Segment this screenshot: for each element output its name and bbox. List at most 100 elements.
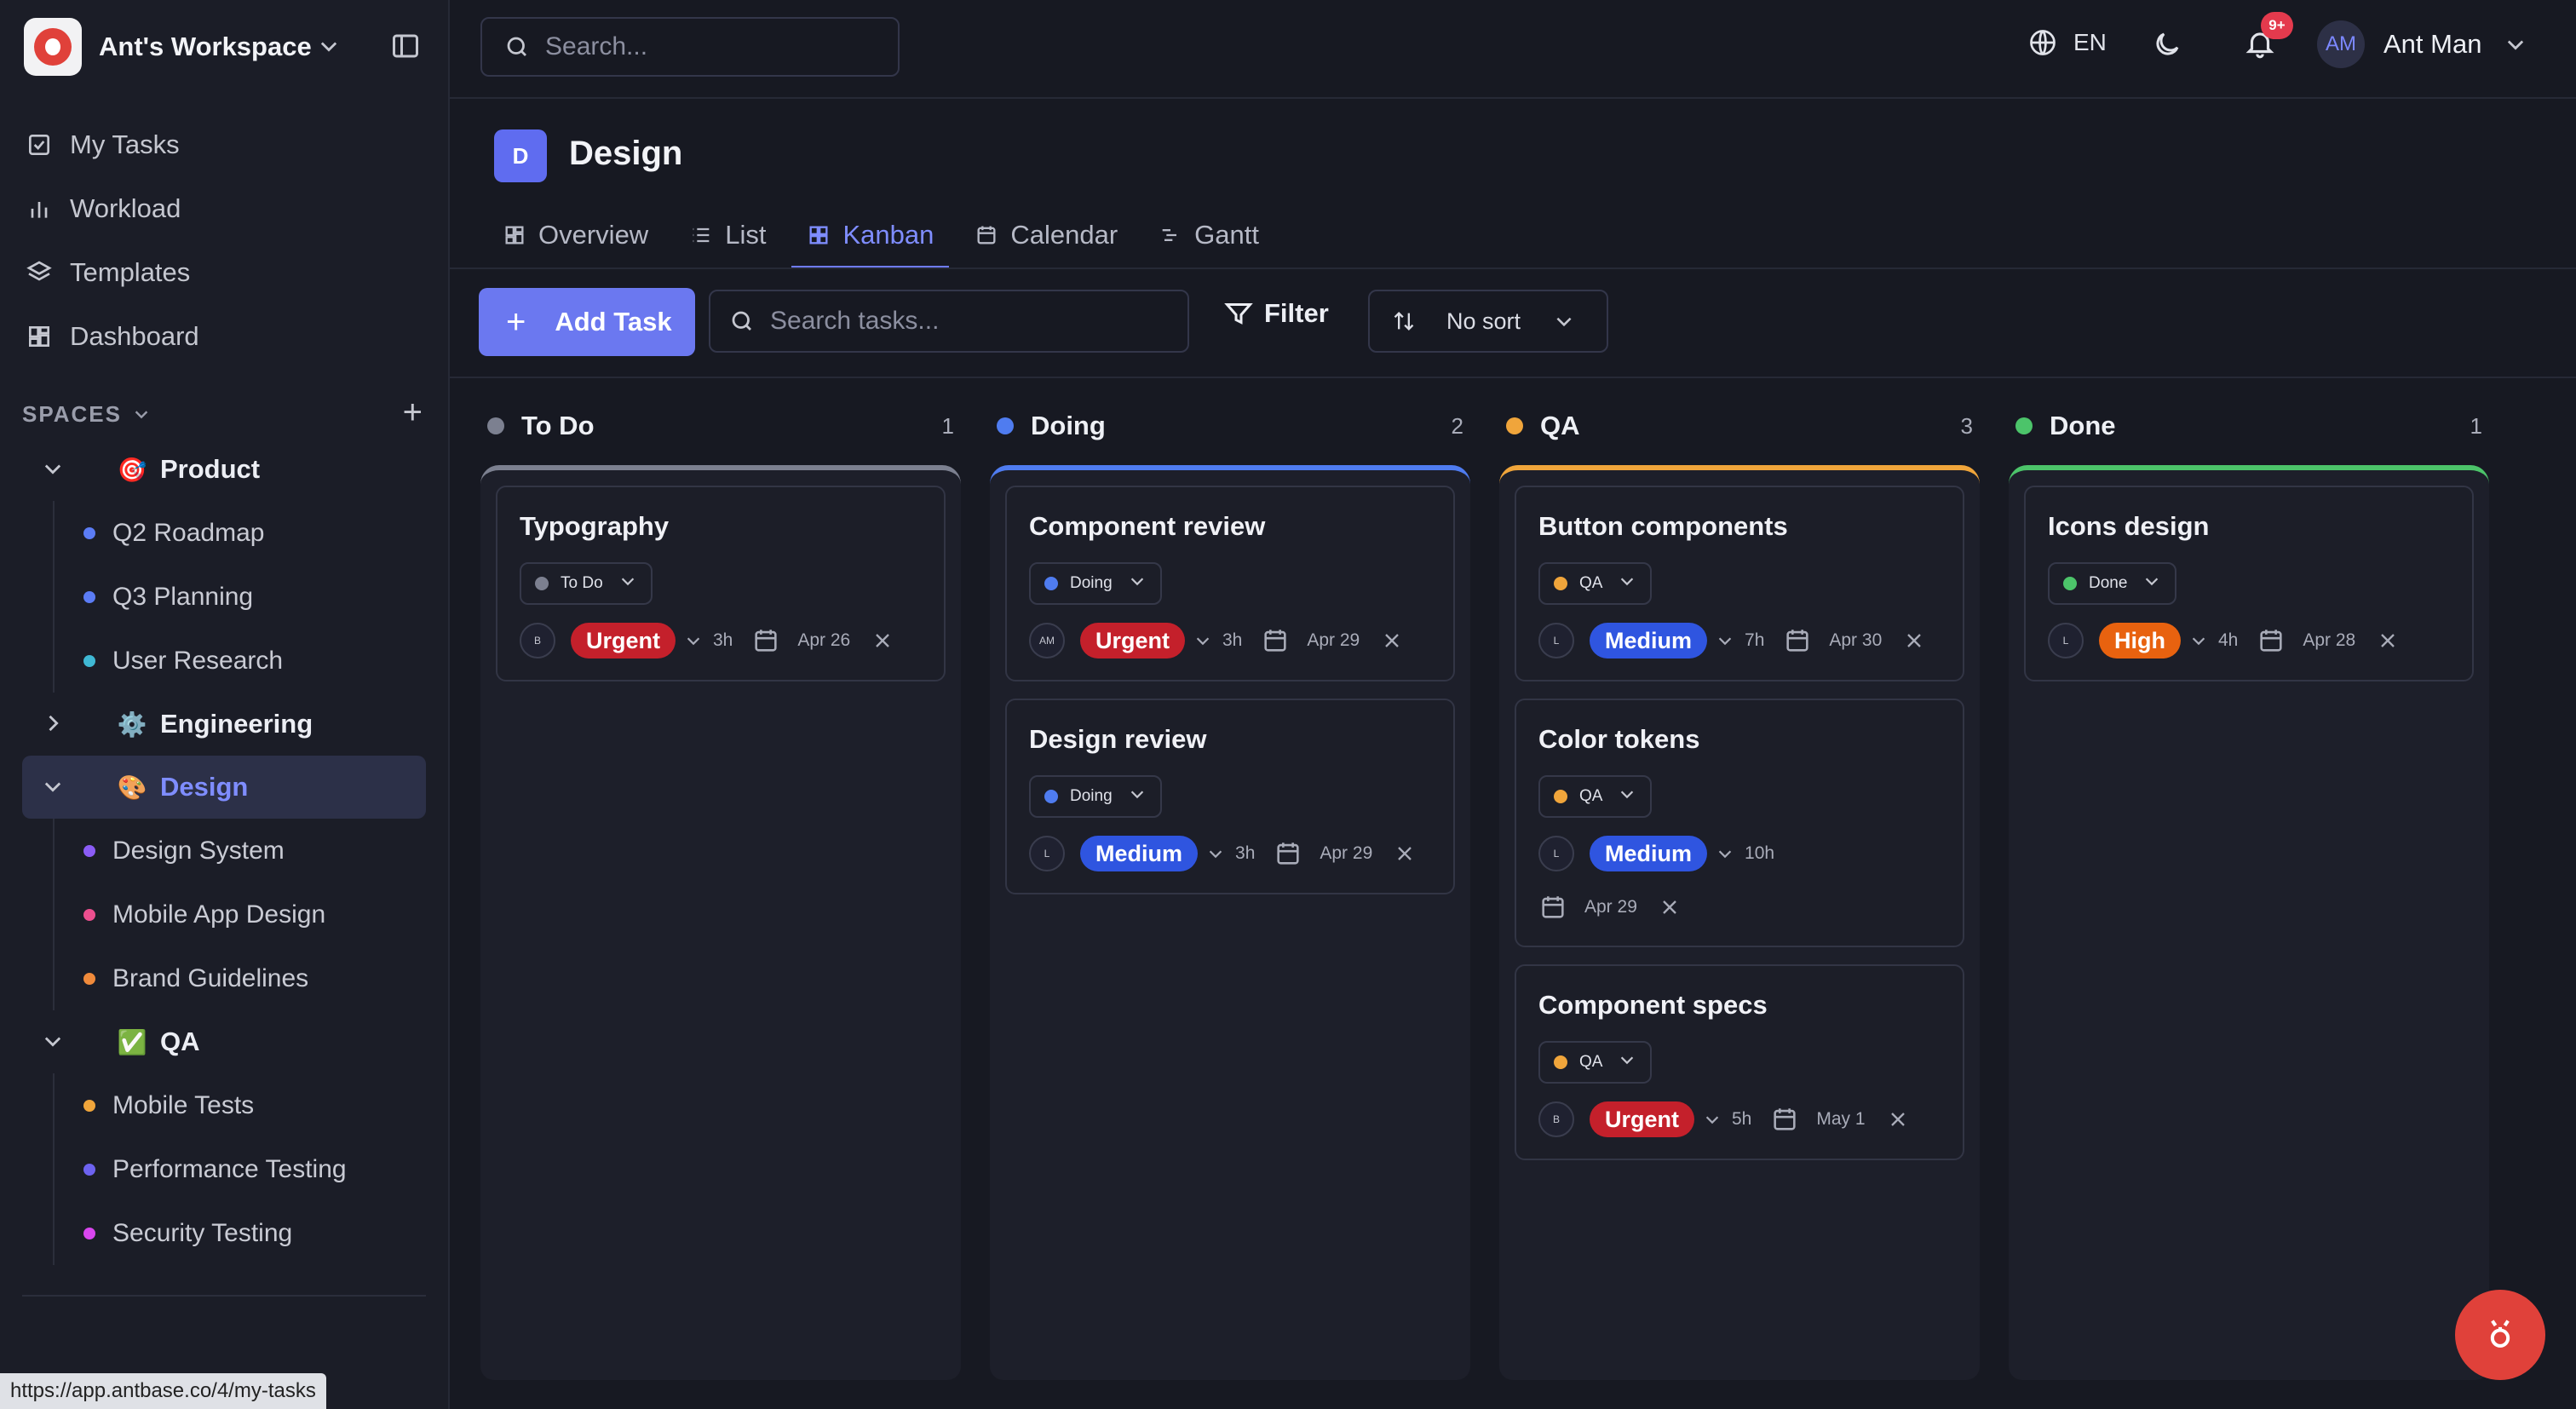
task-status-select[interactable]: Doing [1029,562,1162,605]
space-list-items: Q2 Roadmap Q3 Planning User Research [22,501,426,693]
tab-list[interactable]: List [674,201,781,269]
moon-icon[interactable] [2152,29,2182,64]
task-title: Color tokens [1538,724,1700,754]
status-dot [2063,577,2077,590]
assignee-avatar[interactable]: L [1538,836,1574,871]
add-task-button[interactable]: + Add Task [479,288,695,356]
calendar-icon[interactable] [1770,1105,1799,1134]
task-status-select[interactable]: To Do [520,562,653,605]
project-icon: D [494,129,547,182]
clear-date-close-icon[interactable] [1658,895,1682,919]
list-item[interactable]: Mobile Tests [22,1073,426,1137]
assignee-avatar[interactable]: L [1538,623,1574,658]
task-card[interactable]: Typography To Do B Urgent 3h Apr 26 [496,486,946,681]
assignee-avatar[interactable]: L [1029,836,1065,871]
chevron-down-icon[interactable] [1193,631,1212,650]
chevron-down-icon [1128,572,1147,595]
chevron-right-icon[interactable] [41,711,66,737]
column-header: To Do 1 [480,400,961,451]
column-name: Doing [1031,411,1106,440]
workspace-chevron-down-icon[interactable] [317,34,341,62]
calendar-icon[interactable] [751,626,780,655]
clear-date-close-icon[interactable] [2376,629,2400,653]
space-design[interactable]: 🎨 Design [22,756,426,819]
add-space-icon[interactable]: + [403,395,423,429]
priority-badge[interactable]: Medium [1590,836,1708,871]
task-card[interactable]: Color tokens QA L Medium 10h Apr 29 [1515,699,1964,947]
space-engineering[interactable]: ⚙️ Engineering [22,693,426,756]
chevron-down-icon[interactable] [1206,844,1225,863]
sidebar-item-templates[interactable]: Templates [24,240,426,304]
ant-help-button[interactable] [2455,1290,2545,1380]
list-item[interactable]: Mobile App Design [22,883,426,946]
chevron-down-icon[interactable] [1716,631,1734,650]
user-menu[interactable]: AM Ant Man [2317,20,2527,68]
tab-overview[interactable]: Overview [487,201,664,269]
sidebar-toggle-icon[interactable] [390,31,421,66]
list-item[interactable]: User Research [22,629,426,693]
task-card[interactable]: Component specs QA B Urgent 5h May 1 [1515,964,1964,1160]
sort-label: No sort [1446,308,1521,334]
clear-date-close-icon[interactable] [871,629,894,653]
list-item[interactable]: Security Testing [22,1201,426,1265]
task-status-select[interactable]: Done [2048,562,2177,605]
language-switcher[interactable]: EN [2027,27,2107,58]
clear-date-close-icon[interactable] [1380,629,1404,653]
calendar-icon[interactable] [1274,839,1302,868]
clear-date-close-icon[interactable] [1902,629,1926,653]
chevron-down-icon[interactable] [1703,1110,1722,1129]
clear-date-close-icon[interactable] [1393,842,1417,866]
global-search-input[interactable]: Search... [480,17,900,77]
priority-badge[interactable]: High [2099,623,2181,658]
filter-button[interactable]: Filter [1223,298,1329,329]
spaces-header[interactable]: SPACES + [22,395,423,431]
calendar-icon[interactable] [1783,626,1812,655]
chevron-down-icon[interactable] [684,631,703,650]
space-product[interactable]: 🎯 Product [22,438,426,501]
list-item[interactable]: Q3 Planning [22,565,426,629]
calendar-icon[interactable] [2257,626,2286,655]
task-status-select[interactable]: Doing [1029,775,1162,818]
priority-badge[interactable]: Medium [1080,836,1199,871]
sort-select[interactable]: No sort [1368,290,1608,353]
status-dot [1554,790,1567,803]
assignee-avatar[interactable]: AM [1029,623,1065,658]
chevron-down-icon[interactable] [41,1029,66,1055]
sidebar-item-my-tasks[interactable]: My Tasks [24,112,426,176]
chevron-down-icon[interactable] [2189,631,2208,650]
tab-calendar[interactable]: Calendar [959,201,1133,269]
list-item[interactable]: Performance Testing [22,1137,426,1201]
list-item[interactable]: Brand Guidelines [22,946,426,1010]
tab-gantt[interactable]: Gantt [1143,201,1274,269]
calendar-icon[interactable] [1261,626,1290,655]
priority-badge[interactable]: Urgent [1080,623,1185,658]
task-status-select[interactable]: QA [1538,1041,1653,1084]
task-card[interactable]: Component review Doing AM Urgent 3h Apr 29 [1005,486,1455,681]
workspace-switcher[interactable]: Ant's Workspace [24,17,433,77]
sidebar-item-dashboard[interactable]: Dashboard [24,304,426,368]
priority-badge[interactable]: Urgent [571,623,676,658]
task-status-select[interactable]: QA [1538,775,1653,818]
clear-date-close-icon[interactable] [1886,1107,1910,1131]
task-card[interactable]: Design review Doing L Medium 3h Apr 29 [1005,699,1455,894]
task-title: Component review [1029,511,1266,541]
workspace-logo [24,18,82,76]
assignee-avatar[interactable]: L [2048,623,2084,658]
tab-kanban[interactable]: Kanban [791,201,950,269]
assignee-avatar[interactable]: B [520,623,555,658]
assignee-avatar[interactable]: B [1538,1101,1574,1137]
task-card[interactable]: Icons design Done L High 4h Apr 28 [2024,486,2474,681]
list-item[interactable]: Design System [22,819,426,883]
task-search-input[interactable]: Search tasks... [709,290,1189,353]
priority-badge[interactable]: Medium [1590,623,1708,658]
priority-badge[interactable]: Urgent [1590,1101,1694,1137]
chevron-down-icon[interactable] [1716,844,1734,863]
chevron-down-icon[interactable] [41,457,66,482]
chevron-down-icon[interactable] [41,774,66,800]
task-card[interactable]: Button components QA L Medium 7h Apr 30 [1515,486,1964,681]
sidebar-item-workload[interactable]: Workload [24,176,426,240]
list-item[interactable]: Q2 Roadmap [22,501,426,565]
calendar-icon[interactable] [1538,893,1567,922]
task-status-select[interactable]: QA [1538,562,1653,605]
space-qa[interactable]: ✅ QA [22,1010,426,1073]
